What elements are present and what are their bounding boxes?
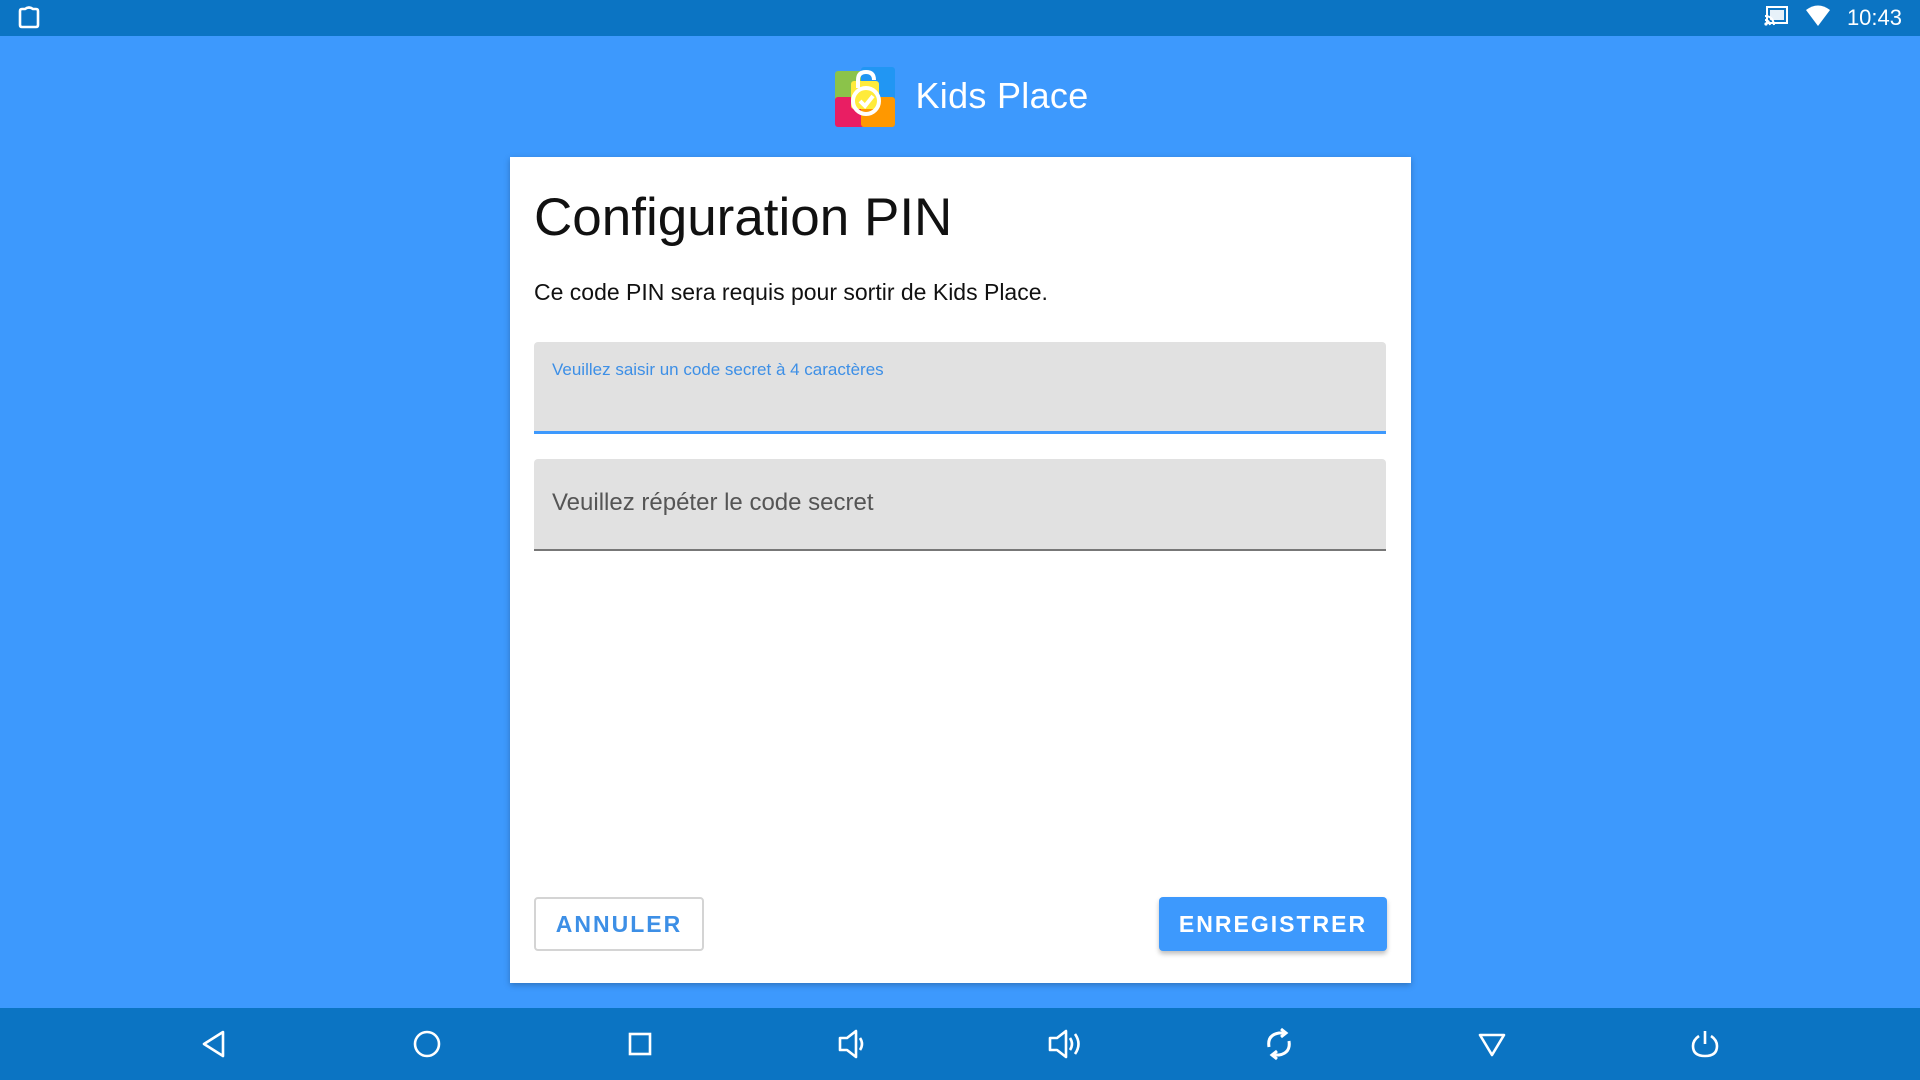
back-icon[interactable] — [192, 1022, 236, 1066]
rotate-icon[interactable] — [1257, 1022, 1301, 1066]
volume-down-icon[interactable] — [831, 1022, 875, 1066]
pin-field-label: Veuillez saisir un code secret à 4 carac… — [552, 360, 884, 379]
pin-input[interactable] — [552, 387, 1362, 417]
status-bar: 10:43 — [0, 0, 1920, 36]
cast-icon — [1763, 5, 1789, 32]
recents-icon[interactable] — [618, 1022, 662, 1066]
home-icon[interactable] — [405, 1022, 449, 1066]
dialog-title: Configuration PIN — [534, 188, 953, 247]
navigation-bar — [0, 1008, 1920, 1080]
app-notification-icon — [16, 6, 42, 30]
dialog-description: Ce code PIN sera requis pour sortir de K… — [534, 279, 1048, 305]
status-time: 10:43 — [1846, 5, 1902, 30]
repeat-pin-field[interactable]: Veuillez répéter le code secret — [534, 459, 1386, 551]
wifi-icon — [1805, 5, 1831, 32]
notifications-pull-icon[interactable] — [1470, 1022, 1514, 1066]
kids-place-logo — [831, 61, 901, 131]
cancel-button[interactable]: ANNULER — [534, 897, 704, 951]
volume-up-icon[interactable] — [1044, 1022, 1088, 1066]
pin-field[interactable]: Veuillez saisir un code secret à 4 carac… — [534, 342, 1386, 434]
app-title: Kids Place — [915, 75, 1089, 116]
app-header: Kids Place — [0, 36, 1920, 156]
repeat-pin-placeholder: Veuillez répéter le code secret — [552, 489, 874, 516]
save-button[interactable]: ENREGISTRER — [1159, 897, 1387, 951]
power-icon[interactable] — [1683, 1022, 1727, 1066]
pin-setup-dialog: Configuration PIN Ce code PIN sera requi… — [510, 157, 1411, 983]
